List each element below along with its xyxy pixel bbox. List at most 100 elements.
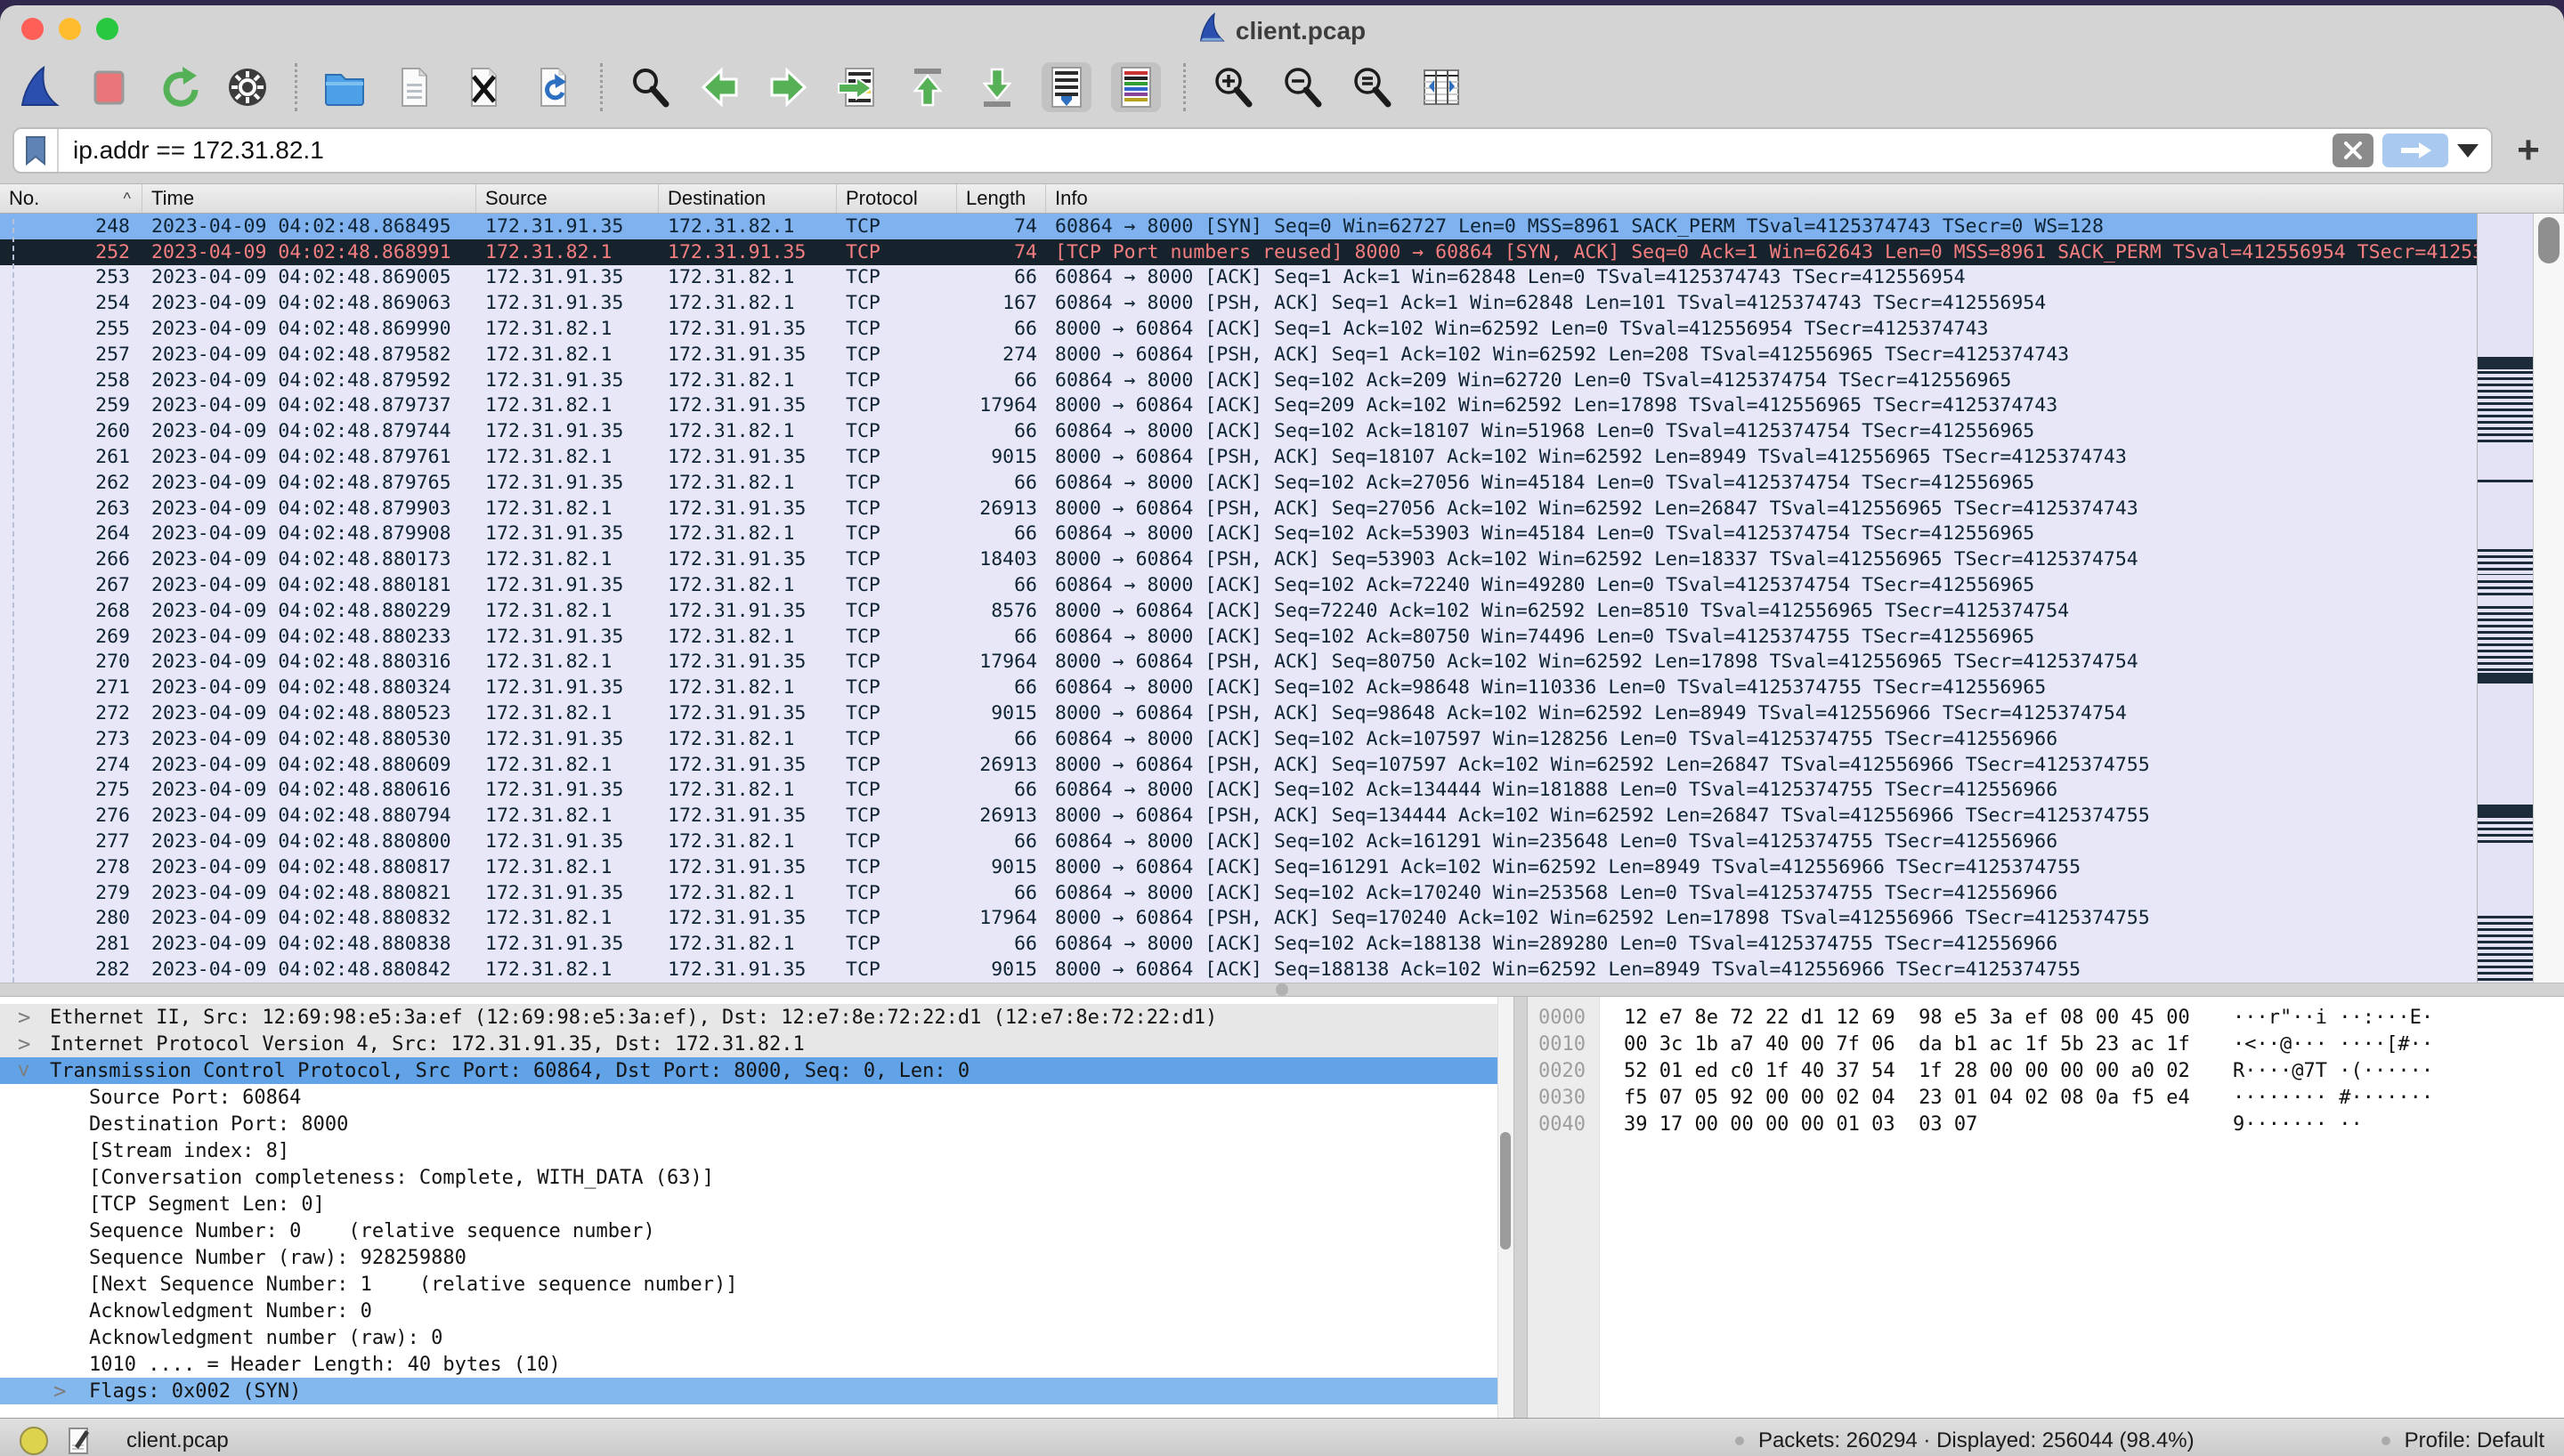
detail-row[interactable]: >Ethernet II, Src: 12:69:98:e5:3a:ef (12… <box>0 1004 1513 1031</box>
detail-row[interactable]: Sequence Number (raw): 928259880 <box>0 1244 1513 1271</box>
capture-comment-icon[interactable] <box>68 1427 91 1455</box>
packet-row[interactable]: 2822023-04-09 04:02:48.880842172.31.82.1… <box>0 957 2479 983</box>
packet-row[interactable]: 2662023-04-09 04:02:48.880173172.31.82.1… <box>0 546 2479 572</box>
packet-row[interactable]: 2712023-04-09 04:02:48.880324172.31.91.3… <box>0 675 2479 700</box>
packet-row[interactable]: 2572023-04-09 04:02:48.879582172.31.82.1… <box>0 342 2479 368</box>
save-file-icon[interactable] <box>389 62 439 112</box>
packet-row[interactable]: 2732023-04-09 04:02:48.880530172.31.91.3… <box>0 726 2479 752</box>
splitter-handle-icon[interactable] <box>1276 983 1288 996</box>
go-to-packet-icon[interactable] <box>833 62 883 112</box>
add-filter-button-icon[interactable]: + <box>2507 130 2550 171</box>
packet-row[interactable]: 2672023-04-09 04:02:48.880181172.31.91.3… <box>0 572 2479 598</box>
column-header-len[interactable]: Length <box>957 184 1046 213</box>
packet-row[interactable]: 2722023-04-09 04:02:48.880523172.31.82.1… <box>0 700 2479 726</box>
column-header-src[interactable]: Source <box>476 184 659 213</box>
pane-splitter[interactable] <box>0 983 2564 997</box>
zoom-out-icon[interactable] <box>1278 62 1327 112</box>
packet-row[interactable]: 2482023-04-09 04:02:48.868495172.31.91.3… <box>0 214 2479 239</box>
detail-row[interactable]: [TCP Segment Len: 0] <box>0 1191 1513 1217</box>
go-back-icon[interactable] <box>694 62 744 112</box>
packet-list-scrollbar-thumb[interactable] <box>2538 217 2560 263</box>
column-header-time[interactable]: Time <box>142 184 476 213</box>
detail-row[interactable]: [Stream index: 8] <box>0 1137 1513 1164</box>
packet-row[interactable]: 2642023-04-09 04:02:48.879908172.31.91.3… <box>0 522 2479 547</box>
display-filter-field[interactable]: ip.addr == 172.31.82.1 <box>12 127 2493 174</box>
packet-row[interactable]: 2592023-04-09 04:02:48.879737172.31.82.1… <box>0 393 2479 419</box>
auto-scroll-icon[interactable] <box>1042 62 1091 112</box>
expand-arrow-icon[interactable]: > <box>53 1378 66 1404</box>
colorize-packets-icon[interactable] <box>1111 62 1161 112</box>
packet-row[interactable]: 2792023-04-09 04:02:48.880821172.31.91.3… <box>0 880 2479 906</box>
packet-row[interactable]: 2802023-04-09 04:02:48.880832172.31.82.1… <box>0 906 2479 932</box>
detail-row[interactable]: [Next Sequence Number: 1 (relative seque… <box>0 1271 1513 1298</box>
go-last-packet-icon[interactable] <box>972 62 1022 112</box>
zoom-window-button[interactable] <box>96 18 118 40</box>
detail-row[interactable]: Source Port: 60864 <box>0 1084 1513 1111</box>
clear-filter-icon[interactable] <box>2333 133 2373 167</box>
packet-row[interactable]: 2522023-04-09 04:02:48.868991172.31.82.1… <box>0 239 2479 265</box>
column-header-proto[interactable]: Protocol <box>837 184 957 213</box>
apply-filter-icon[interactable] <box>2382 133 2448 167</box>
pane-vertical-divider[interactable] <box>1513 997 1528 1418</box>
packet-row[interactable]: 2542023-04-09 04:02:48.869063172.31.91.3… <box>0 290 2479 316</box>
status-profile-label[interactable]: Profile: Default <box>2405 1428 2544 1453</box>
display-filter-input[interactable]: ip.addr == 172.31.82.1 <box>59 129 2320 172</box>
detail-row[interactable]: >Flags: 0x002 (SYN) <box>0 1378 1513 1404</box>
find-packet-icon[interactable] <box>625 62 675 112</box>
detail-scrollbar[interactable] <box>1497 997 1513 1418</box>
detail-row[interactable]: [Conversation completeness: Complete, WI… <box>0 1164 1513 1191</box>
minimize-window-button[interactable] <box>59 18 81 40</box>
expand-arrow-icon[interactable]: > <box>18 1031 30 1057</box>
column-header-dst[interactable]: Destination <box>659 184 837 213</box>
column-header-no[interactable]: No.^ <box>0 184 142 213</box>
packet-row[interactable]: 2742023-04-09 04:02:48.880609172.31.82.1… <box>0 752 2479 778</box>
detail-row[interactable]: 1010 .... = Header Length: 40 bytes (10) <box>0 1351 1513 1378</box>
packet-row[interactable]: 2632023-04-09 04:02:48.879903172.31.82.1… <box>0 496 2479 522</box>
zoom-reset-icon[interactable] <box>1347 62 1397 112</box>
open-file-icon[interactable] <box>320 62 369 112</box>
capture-options-icon[interactable] <box>223 62 272 112</box>
packet-row[interactable]: 2552023-04-09 04:02:48.869990172.31.82.1… <box>0 316 2479 342</box>
packet-row[interactable]: 2622023-04-09 04:02:48.879765172.31.91.3… <box>0 470 2479 496</box>
restart-capture-icon[interactable] <box>153 62 203 112</box>
expand-arrow-icon[interactable]: > <box>18 1004 30 1031</box>
detail-row[interactable]: Sequence Number: 0 (relative sequence nu… <box>0 1217 1513 1244</box>
hex-row[interactable]: 000012 e7 8e 72 22 d1 12 69 98 e5 3a ef … <box>1528 1004 2564 1031</box>
filter-bookmark-icon[interactable] <box>14 129 59 172</box>
close-window-button[interactable] <box>21 18 44 40</box>
collapse-arrow-icon[interactable]: > <box>11 1064 37 1077</box>
packet-row[interactable]: 2532023-04-09 04:02:48.869005172.31.91.3… <box>0 265 2479 291</box>
hex-row[interactable]: 0030f5 07 05 92 00 00 02 04 23 01 04 02 … <box>1528 1084 2564 1111</box>
detail-row[interactable]: Acknowledgment Number: 0 <box>0 1298 1513 1324</box>
go-first-packet-icon[interactable] <box>903 62 953 112</box>
resize-columns-icon[interactable] <box>1416 62 1466 112</box>
detail-row[interactable]: >Transmission Control Protocol, Src Port… <box>0 1057 1513 1084</box>
packet-row[interactable]: 2612023-04-09 04:02:48.879761172.31.82.1… <box>0 444 2479 470</box>
packet-row[interactable]: 2582023-04-09 04:02:48.879592172.31.91.3… <box>0 368 2479 393</box>
packet-row[interactable]: 2812023-04-09 04:02:48.880838172.31.91.3… <box>0 931 2479 957</box>
detail-row[interactable]: Acknowledgment number (raw): 0 <box>0 1324 1513 1351</box>
packet-row[interactable]: 2752023-04-09 04:02:48.880616172.31.91.3… <box>0 778 2479 804</box>
packet-row[interactable]: 2602023-04-09 04:02:48.879744172.31.91.3… <box>0 418 2479 444</box>
packet-list-scrollbar[interactable] <box>2534 214 2564 983</box>
packet-row[interactable]: 2682023-04-09 04:02:48.880229172.31.82.1… <box>0 598 2479 624</box>
packet-list-minimap[interactable] <box>2477 214 2534 983</box>
zoom-in-icon[interactable] <box>1208 62 1258 112</box>
packet-row[interactable]: 2772023-04-09 04:02:48.880800172.31.91.3… <box>0 829 2479 854</box>
packet-row[interactable]: 2782023-04-09 04:02:48.880817172.31.82.1… <box>0 854 2479 880</box>
start-capture-icon[interactable] <box>14 62 64 112</box>
detail-row[interactable]: Destination Port: 8000 <box>0 1111 1513 1137</box>
detail-scrollbar-thumb[interactable] <box>1500 1132 1511 1250</box>
detail-row[interactable]: >Internet Protocol Version 4, Src: 172.3… <box>0 1031 1513 1057</box>
hex-row[interactable]: 002052 01 ed c0 1f 40 37 54 1f 28 00 00 … <box>1528 1057 2564 1084</box>
column-header-info[interactable]: Info <box>1046 184 2564 213</box>
packet-row[interactable]: 2692023-04-09 04:02:48.880233172.31.91.3… <box>0 624 2479 650</box>
expert-info-icon[interactable] <box>20 1427 48 1455</box>
stop-capture-icon[interactable] <box>84 62 134 112</box>
packet-row[interactable]: 2702023-04-09 04:02:48.880316172.31.82.1… <box>0 650 2479 675</box>
go-forward-icon[interactable] <box>764 62 814 112</box>
close-file-icon[interactable] <box>458 62 508 112</box>
filter-dropdown-icon[interactable] <box>2457 144 2479 158</box>
reload-file-icon[interactable] <box>528 62 578 112</box>
packet-row[interactable]: 2762023-04-09 04:02:48.880794172.31.82.1… <box>0 803 2479 829</box>
